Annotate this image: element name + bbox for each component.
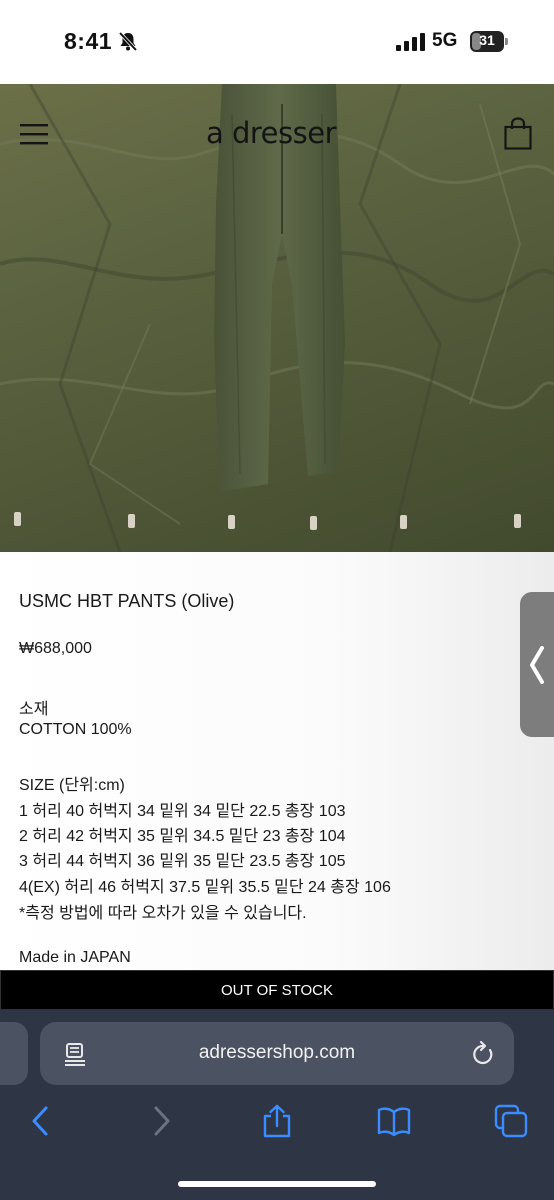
bookmarks-icon[interactable]	[377, 1104, 411, 1138]
forward-icon[interactable]	[144, 1104, 178, 1138]
out-of-stock-button[interactable]: OUT OF STOCK	[0, 970, 554, 1010]
tabs-icon[interactable]	[494, 1104, 528, 1138]
size-row: 4(EX) 허리 46 허벅지 37.5 밑위 35.5 밑단 24 총장 10…	[19, 879, 391, 896]
size-row: 1 허리 40 허벅지 34 밑위 34 밑단 22.5 총장 103	[19, 803, 346, 820]
home-indicator	[178, 1181, 376, 1187]
size-note: *측정 방법에 따라 오차가 있을 수 있습니다.	[19, 905, 307, 922]
reload-icon[interactable]	[471, 1041, 495, 1067]
previous-tab-preview[interactable]	[0, 1022, 28, 1085]
brand-logo[interactable]: a dresser	[206, 116, 337, 150]
status-bar: 8:41 5G 31	[0, 0, 554, 84]
product-photo-illustration	[0, 84, 554, 552]
size-row: 3 허리 44 허벅지 36 밑위 35 밑단 23.5 총장 105	[19, 853, 346, 870]
share-icon[interactable]	[260, 1104, 294, 1138]
size-heading: SIZE (단위:cm)	[19, 777, 125, 794]
signal-bars-icon	[396, 33, 425, 51]
size-row: 2 허리 42 허벅지 35 밑위 34.5 밑단 23 총장 104	[19, 828, 346, 845]
chevron-left-icon	[530, 646, 544, 684]
back-icon[interactable]	[24, 1104, 58, 1138]
url-text[interactable]: adressershop.com	[40, 1042, 514, 1064]
origin-text: Made in JAPAN	[19, 949, 131, 966]
material-label: 소재	[19, 701, 49, 718]
battery-icon: 31	[470, 31, 508, 52]
product-image	[0, 84, 554, 552]
hamburger-menu-icon[interactable]	[20, 122, 48, 146]
shopping-bag-icon[interactable]	[504, 117, 532, 150]
bell-slash-icon	[118, 31, 138, 52]
network-type: 5G	[432, 30, 458, 51]
material-value: COTTON 100%	[19, 721, 132, 738]
battery-level: 31	[479, 32, 495, 48]
product-price: ₩688,000	[19, 640, 92, 657]
product-title: USMC HBT PANTS (Olive)	[19, 591, 235, 611]
status-time: 8:41	[64, 28, 113, 54]
